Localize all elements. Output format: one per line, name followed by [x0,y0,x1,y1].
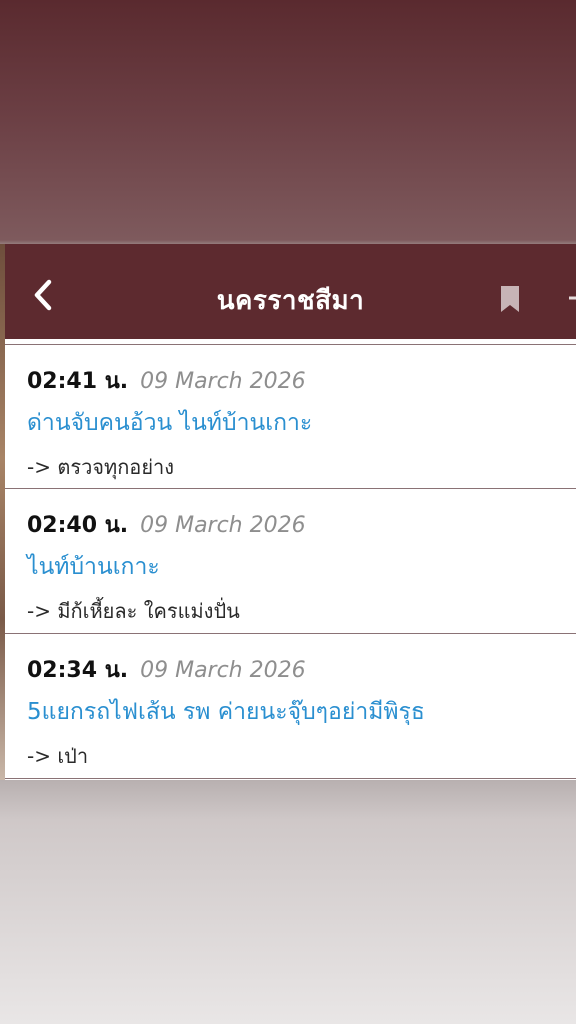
post-list: 02:41 น. 09 March 2026 ด่านจับคนอ้วน ไนท์… [5,344,576,779]
post-date: 09 March 2026 [140,369,306,394]
plus-icon [569,296,576,300]
post-meta: 02:40 น. 09 March 2026 [27,507,306,542]
post-headline[interactable]: ด่านจับคนอ้วน ไนท์บ้านเกาะ [27,405,312,441]
bookmark-icon [501,286,519,312]
post-note: -> เป่า [27,744,89,768]
post-date: 09 March 2026 [140,513,306,538]
add-button[interactable] [563,282,576,312]
post-meta: 02:34 น. 09 March 2026 [27,652,306,687]
post-note: -> มีก้เหี้ยละ ใครแม่งปั่น [27,599,240,623]
list-item[interactable]: 02:41 น. 09 March 2026 ด่านจับคนอ้วน ไนท์… [5,344,576,489]
post-meta: 02:41 น. 09 March 2026 [27,363,306,398]
post-headline[interactable]: 5แยกรถไฟเส้น รพ ค่ายนะจุ๊บๆอย่ามีพิรุธ [27,694,425,730]
bookmark-button[interactable] [498,284,522,314]
post-headline[interactable]: ไนท์บ้านเกาะ [27,549,160,585]
app-screen: นครราชสีมา 02:41 น. 09 March 2026 ด่านจับ… [5,244,576,780]
list-item[interactable]: 02:34 น. 09 March 2026 5แยกรถไฟเส้น รพ ค่… [5,634,576,779]
post-time: 02:41 น. [27,369,129,394]
page-title: นครราชสีมา [216,286,365,316]
post-time: 02:34 น. [27,658,129,683]
post-time: 02:40 น. [27,513,129,538]
list-item[interactable]: 02:40 น. 09 March 2026 ไนท์บ้านเกาะ -> มี… [5,489,576,634]
post-note: -> ตรวจทุกอย่าง [27,455,175,479]
post-date: 09 March 2026 [140,658,306,683]
nav-bar: นครราชสีมา [5,244,576,339]
